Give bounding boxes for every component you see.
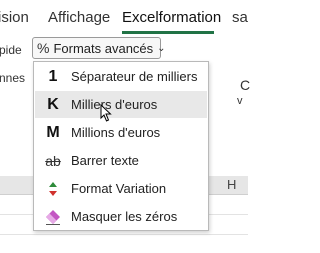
ribbon-tabs: ision Affichage Excelformation sa <box>0 0 248 34</box>
menu-item-millions-euros[interactable]: M Millions d'euros <box>35 119 207 146</box>
menu-item-thousands-euros[interactable]: K Milliers d'euros <box>35 91 207 118</box>
formats-dropdown-menu: 1 Séparateur de milliers K Milliers d'eu… <box>33 61 209 231</box>
mouse-pointer-icon <box>100 104 112 122</box>
menu-item-label: Millions d'euros <box>71 125 161 140</box>
percent-icon: % <box>37 40 50 56</box>
menu-item-hide-zeros[interactable]: Masquer les zéros <box>35 203 207 230</box>
ribbon-right-fragment-2: v <box>237 95 243 107</box>
column-header-h[interactable]: H <box>227 177 236 192</box>
tab-revision[interactable]: ision <box>0 9 29 26</box>
eraser-icon <box>35 209 71 225</box>
menu-item-label: Format Variation <box>71 181 167 196</box>
menu-item-label: Séparateur de milliers <box>71 69 198 84</box>
strikethrough-icon: ab <box>45 152 61 169</box>
tab-affichage[interactable]: Affichage <box>48 9 110 26</box>
menu-item-label: Masquer les zéros <box>71 209 178 224</box>
ribbon-left-label-top[interactable]: pide <box>0 43 22 57</box>
menu-item-thousands-separator[interactable]: 1 Séparateur de milliers <box>35 63 207 90</box>
ribbon-right-fragment: C <box>240 77 251 93</box>
menu-item-strikethrough[interactable]: ab Barrer texte <box>35 147 207 174</box>
menu-item-format-variation[interactable]: Format Variation <box>35 175 207 202</box>
tab-excelformation[interactable]: Excelformation <box>122 9 221 26</box>
k-icon: K <box>47 95 59 113</box>
grid-row-line <box>0 234 248 235</box>
formats-avances-button[interactable]: % Formats avancés ⌄ <box>32 37 166 59</box>
menu-item-label: Barrer texte <box>71 153 139 168</box>
chevron-down-icon: ⌄ <box>157 42 166 54</box>
ribbon-left-label-mid[interactable]: nnes <box>0 71 25 85</box>
variation-arrows-icon <box>35 181 71 197</box>
tab-partial[interactable]: sa <box>232 9 248 26</box>
menu-item-label: Milliers d'euros <box>71 97 158 112</box>
m-icon: M <box>46 123 60 141</box>
one-icon: 1 <box>48 67 58 85</box>
formats-avances-label: Formats avancés <box>53 40 154 56</box>
